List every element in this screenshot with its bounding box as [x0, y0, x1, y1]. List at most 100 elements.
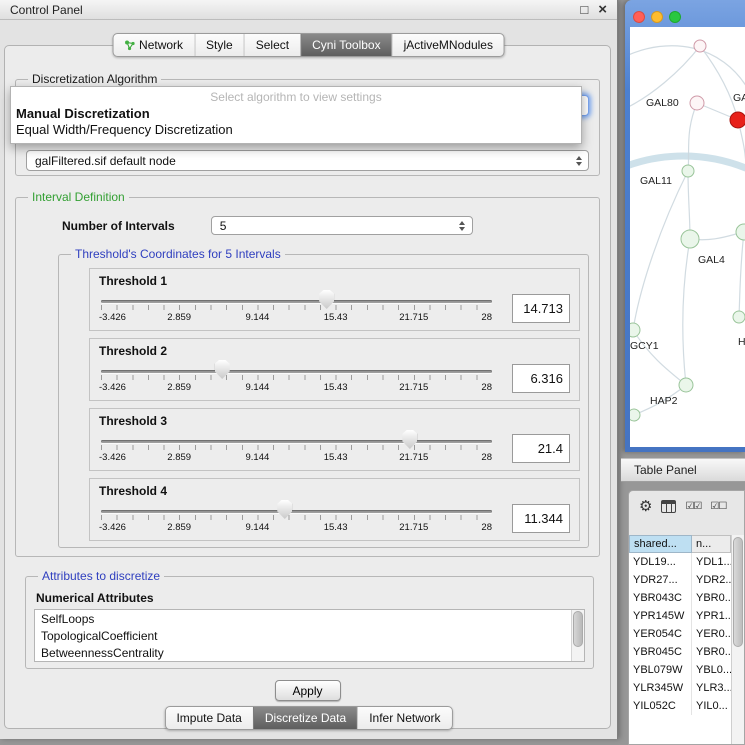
deselect-icon[interactable]: ☑☐	[710, 501, 726, 512]
numerical-attributes-label: Numerical Attributes	[36, 591, 587, 605]
threshold-value-field[interactable]: 21.4	[512, 434, 570, 463]
thresholds-container: Threshold 1-3.4262.8599.14415.4321.71528…	[65, 268, 582, 541]
network-node[interactable]	[733, 311, 745, 323]
threshold-slider[interactable]: -3.4262.8599.14415.4321.71528	[101, 358, 492, 398]
threshold-slider[interactable]: -3.4262.8599.14415.4321.71528	[101, 498, 492, 538]
tab-style[interactable]: Style	[194, 34, 244, 56]
stepper-icon	[571, 156, 586, 166]
number-of-intervals-combo[interactable]: 5	[211, 216, 473, 235]
table-cell-name: YBL0...	[692, 661, 731, 679]
threshold-value-field[interactable]: 11.344	[512, 504, 570, 533]
table-row[interactable]: YBL079WYBL0...	[629, 661, 731, 679]
minimize-traffic-light-icon[interactable]	[651, 11, 663, 23]
tab-cyni-toolbox[interactable]: Cyni Toolbox	[300, 34, 391, 56]
scale-label: 28	[481, 522, 492, 533]
slider-scale: -3.4262.8599.14415.4321.71528	[101, 382, 492, 394]
table-row[interactable]: YIL052CYIL0...	[629, 697, 731, 715]
scale-label: 9.144	[246, 452, 270, 463]
dropdown-option-equal-width-frequency-discretization[interactable]: Equal Width/Frequency Discretization	[11, 122, 581, 138]
scale-label: 21.715	[399, 522, 428, 533]
table-row[interactable]: YDL19...YDL1...	[629, 553, 731, 571]
gear-icon[interactable]: ⚙	[639, 499, 652, 514]
network-node-label: H	[738, 336, 745, 348]
table-scrollbar[interactable]	[731, 535, 744, 744]
tab-label: Style	[206, 38, 233, 52]
number-of-intervals-label: Number of Intervals	[62, 219, 175, 233]
scale-label: 28	[481, 452, 492, 463]
list-scrollbar-thumb[interactable]	[573, 611, 583, 647]
tab-label: Network	[139, 38, 183, 52]
threshold-value-field[interactable]: 14.713	[512, 294, 570, 323]
close-traffic-light-icon[interactable]	[633, 11, 645, 23]
table-data-combo[interactable]: galFiltered.sif default node	[26, 150, 589, 171]
slider-track	[101, 300, 492, 303]
threshold-slider-row: -3.4262.8599.14415.4321.7152821.4	[99, 428, 570, 468]
network-node[interactable]	[630, 323, 640, 337]
list-item-selfloops[interactable]: SelfLoops	[35, 611, 570, 628]
zoom-traffic-light-icon[interactable]	[669, 11, 681, 23]
threshold-label: Threshold 2	[99, 344, 570, 358]
slider-ticks	[101, 445, 492, 450]
table-cell-shared-name: YBR043C	[629, 589, 692, 607]
tab-select[interactable]: Select	[244, 34, 300, 56]
scale-label: 15.43	[324, 452, 348, 463]
tab-infer-network[interactable]: Infer Network	[357, 707, 451, 729]
scale-label: -3.426	[99, 382, 126, 393]
table-cell-name: YDL1...	[692, 553, 731, 571]
table-panel-header: Table Panel	[621, 458, 745, 482]
algorithm-dropdown-popup: Select algorithm to view settings Manual…	[10, 86, 582, 144]
scale-label: -3.426	[99, 452, 126, 463]
column-header-shared-name[interactable]: shared...	[629, 535, 692, 553]
table-row[interactable]: YBR043CYBR0...	[629, 589, 731, 607]
dropdown-option-manual-discretization[interactable]: Manual Discretization	[11, 106, 581, 122]
network-node[interactable]	[730, 112, 745, 128]
network-node[interactable]	[690, 96, 704, 110]
control-panel-window: Control Panel □ × Discretization Algorit…	[0, 0, 618, 739]
dropdown-hint: Select algorithm to view settings	[11, 87, 581, 106]
columns-icon[interactable]	[661, 500, 676, 513]
scale-label: -3.426	[99, 522, 126, 533]
threshold-slider[interactable]: -3.4262.8599.14415.4321.71528	[101, 428, 492, 468]
scale-label: 21.715	[399, 382, 428, 393]
scale-label: 21.715	[399, 452, 428, 463]
table-row[interactable]: YPR145WYPR1...	[629, 607, 731, 625]
window-title: Control Panel	[10, 3, 570, 17]
select-all-icon[interactable]: ☑☑	[685, 501, 701, 512]
table-row[interactable]: YER054CYER0...	[629, 625, 731, 643]
tab-label: Impute Data	[176, 711, 241, 725]
slider-scale: -3.4262.8599.14415.4321.71528	[101, 522, 492, 534]
table-row[interactable]: YDR27...YDR2...	[629, 571, 731, 589]
threshold-slider[interactable]: -3.4262.8599.14415.4321.71528	[101, 288, 492, 328]
table-row[interactable]: YBR045CYBR0...	[629, 643, 731, 661]
scale-label: 2.859	[167, 312, 191, 323]
column-header-name[interactable]: n...	[692, 535, 731, 553]
number-of-intervals-row: Number of Intervals 5	[62, 216, 593, 235]
table-row[interactable]: YLR345WYLR3...	[629, 679, 731, 697]
tab-jactivemnodules[interactable]: jActiveMNodules	[392, 34, 504, 56]
apply-button[interactable]: Apply	[275, 680, 341, 701]
table-scrollbar-thumb[interactable]	[733, 537, 743, 647]
table-data-combo-value: galFiltered.sif default node	[35, 154, 571, 168]
algorithm-dropdown-list: Manual DiscretizationEqual Width/Frequen…	[11, 106, 581, 138]
tab-network[interactable]: Network	[113, 34, 194, 56]
list-item-betweennesscentrality[interactable]: BetweennessCentrality	[35, 645, 570, 662]
slider-track	[101, 440, 492, 443]
list-scrollbar[interactable]	[571, 610, 584, 661]
list-item-topologicalcoefficient[interactable]: TopologicalCoefficient	[35, 628, 570, 645]
threshold-value-field[interactable]: 6.316	[512, 364, 570, 393]
tab-impute-data[interactable]: Impute Data	[165, 707, 252, 729]
network-node[interactable]	[679, 378, 693, 392]
tab-label: Cyni Toolbox	[312, 38, 380, 52]
float-window-icon[interactable]: □	[580, 3, 588, 16]
interval-definition-group-title: Interval Definition	[28, 190, 129, 204]
network-node[interactable]	[630, 409, 640, 421]
network-node[interactable]	[681, 230, 699, 248]
tab-discretize-data[interactable]: Discretize Data	[253, 707, 357, 729]
network-node[interactable]	[736, 224, 745, 240]
network-canvas[interactable]: GAL80GALGAL11GAL4GCY1HHAP2	[630, 27, 745, 447]
network-node[interactable]	[682, 165, 694, 177]
scale-label: 2.859	[167, 382, 191, 393]
network-node[interactable]	[694, 40, 706, 52]
number-of-intervals-value: 5	[220, 219, 455, 233]
close-window-icon[interactable]: ×	[598, 2, 607, 17]
